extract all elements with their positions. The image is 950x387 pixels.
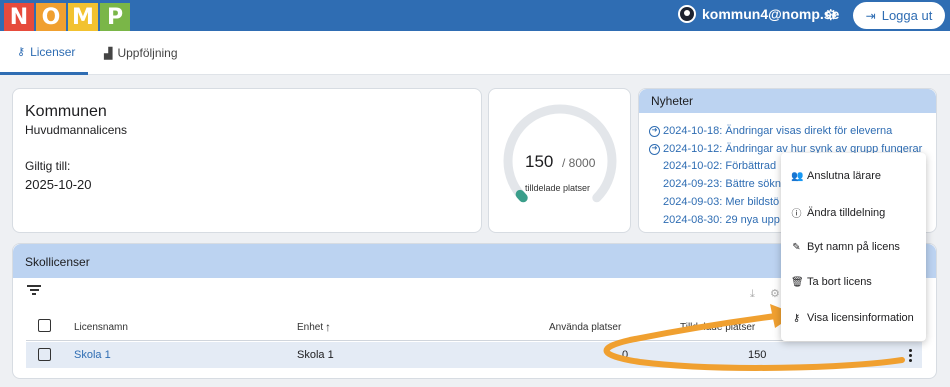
menu-item-show-license-info[interactable]: ⚷ Visa licensinformation (791, 312, 914, 324)
menu-item-delete-license[interactable]: 🗑 Ta bort licens (791, 276, 872, 288)
info-icon: ⓘ (791, 209, 802, 220)
trash-icon: 🗑 (791, 276, 804, 288)
menu-label: Ändra tilldelning (807, 206, 886, 219)
key-icon: ⚷ (792, 312, 801, 324)
menu-item-connected-teachers[interactable]: 👥 Anslutna lärare (791, 170, 881, 182)
edit-icon: ✎ (792, 241, 801, 253)
menu-label: Anslutna lärare (807, 170, 881, 182)
menu-item-rename-license[interactable]: ✎ Byt namn på licens (791, 241, 900, 253)
menu-label: Visa licensinformation (807, 312, 914, 324)
users-icon: 👥 (791, 170, 804, 182)
menu-label: Byt namn på licens (807, 241, 900, 253)
context-menu: 👥 Anslutna lärare ⓘ Ändra tilldelning ✎ Byt… (781, 153, 926, 341)
menu-label: Ta bort licens (807, 276, 872, 288)
menu-item-change-allocation[interactable]: ⓘ Ändra tilldelning (791, 205, 886, 221)
